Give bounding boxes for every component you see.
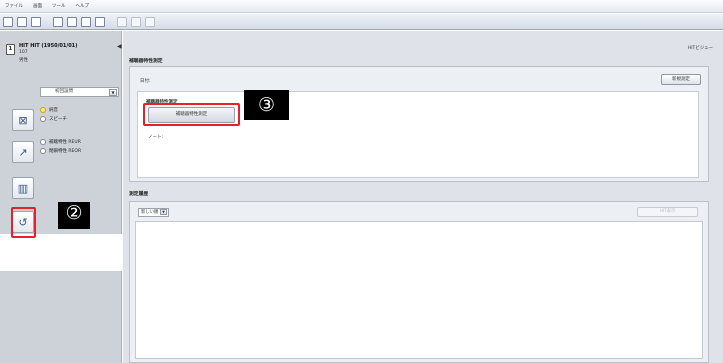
step-badge-2: ②	[58, 202, 90, 229]
breadcrumb: HITビジュー	[687, 46, 713, 51]
note-label: ノート:	[148, 135, 164, 140]
chart-icon	[145, 16, 155, 27]
radio-label: スピーチ	[49, 117, 67, 122]
highlight-box-3	[143, 103, 240, 126]
menu-file[interactable]: ファイル	[5, 3, 23, 9]
settings-icon[interactable]	[95, 16, 105, 27]
radio-pure-tone[interactable]: 純音	[40, 107, 58, 113]
menu-view[interactable]: 画面	[33, 3, 42, 9]
radio-label: 閉鎖特性 REOR	[49, 149, 82, 154]
rem-nav-button[interactable]: ↗	[12, 141, 34, 163]
main-panel: HITビジュー 補聴器特性測定 日付: 新規測定 補聴器特性測定 補聴器特性測定…	[123, 31, 723, 363]
radio-icon	[40, 148, 46, 154]
radio-reor[interactable]: 閉鎖特性 REOR	[40, 148, 81, 154]
section-title-history: 測定履歴	[129, 192, 149, 197]
highlight-box-2	[11, 207, 36, 238]
date-label: 日付:	[140, 79, 151, 84]
patient-list-icon[interactable]	[17, 16, 27, 27]
edit-icon[interactable]	[53, 16, 63, 27]
toolbar	[0, 14, 723, 30]
bar-chart-icon: ▥	[17, 181, 29, 195]
patient-info: 1 HIT HIT (1950/01/01) 107 男性 ◀	[4, 41, 122, 71]
chevron-down-icon[interactable]: ▼	[160, 209, 167, 215]
collapse-arrow-icon[interactable]: ◀	[117, 43, 122, 50]
audiogram-icon: ⊠	[18, 113, 28, 127]
bar-chart-nav-button[interactable]: ▥	[12, 177, 34, 199]
active-tab-highlight	[0, 234, 122, 271]
ear-curve-icon: ↗	[18, 145, 28, 159]
patient-id: 107	[19, 50, 28, 55]
step-badge-3: ③	[244, 90, 289, 120]
measurement-inner-panel: 補聴器特性測定 補聴器特性測定 ノート:	[137, 91, 699, 178]
sort-value: 新しい順	[141, 210, 159, 215]
radio-icon	[40, 116, 46, 122]
radio-label: 純音	[49, 108, 58, 113]
radio-icon	[40, 107, 46, 113]
info-icon[interactable]	[67, 16, 77, 27]
patient-name: HIT HIT (1950/01/01)	[19, 43, 78, 49]
history-panel: 新しい順 ▼ HIT表示	[129, 201, 709, 363]
patient-sex: 男性	[19, 58, 28, 63]
session-select-value: 初回設問	[55, 89, 73, 94]
save-icon[interactable]	[3, 16, 13, 27]
patient-card-icon: 1	[6, 44, 15, 55]
print-icon[interactable]	[81, 16, 91, 27]
export-icon[interactable]	[31, 16, 41, 27]
hit-display-button: HIT表示	[637, 207, 698, 217]
radio-speech[interactable]: スピーチ	[40, 116, 67, 122]
section-title-measurement: 補聴器特性測定	[129, 59, 163, 64]
session-select[interactable]: 初回設問 ▼	[40, 87, 119, 97]
history-list[interactable]	[135, 221, 703, 359]
audiogram-nav-button[interactable]: ⊠	[12, 109, 34, 131]
sort-select[interactable]: 新しい順 ▼	[138, 208, 169, 217]
radio-reur[interactable]: 補聴特性 REUR	[40, 139, 81, 145]
sidebar: 1 HIT HIT (1950/01/01) 107 男性 ◀ 初回設問 ▼ ⊠…	[0, 31, 122, 363]
chevron-down-icon[interactable]: ▼	[109, 89, 117, 96]
menu-tools[interactable]: ツール	[52, 3, 66, 9]
forward-icon	[131, 16, 141, 27]
radio-label: 補聴特性 REUR	[49, 140, 81, 145]
menu-bar: ファイル 画面 ツール ヘルプ	[0, 0, 723, 13]
radio-icon	[40, 139, 46, 145]
new-measurement-button[interactable]: 新規測定	[661, 74, 701, 85]
menu-help[interactable]: ヘルプ	[76, 3, 90, 9]
back-icon	[117, 16, 127, 27]
measurement-panel: 日付: 新規測定 補聴器特性測定 補聴器特性測定 ノート:	[129, 66, 709, 182]
